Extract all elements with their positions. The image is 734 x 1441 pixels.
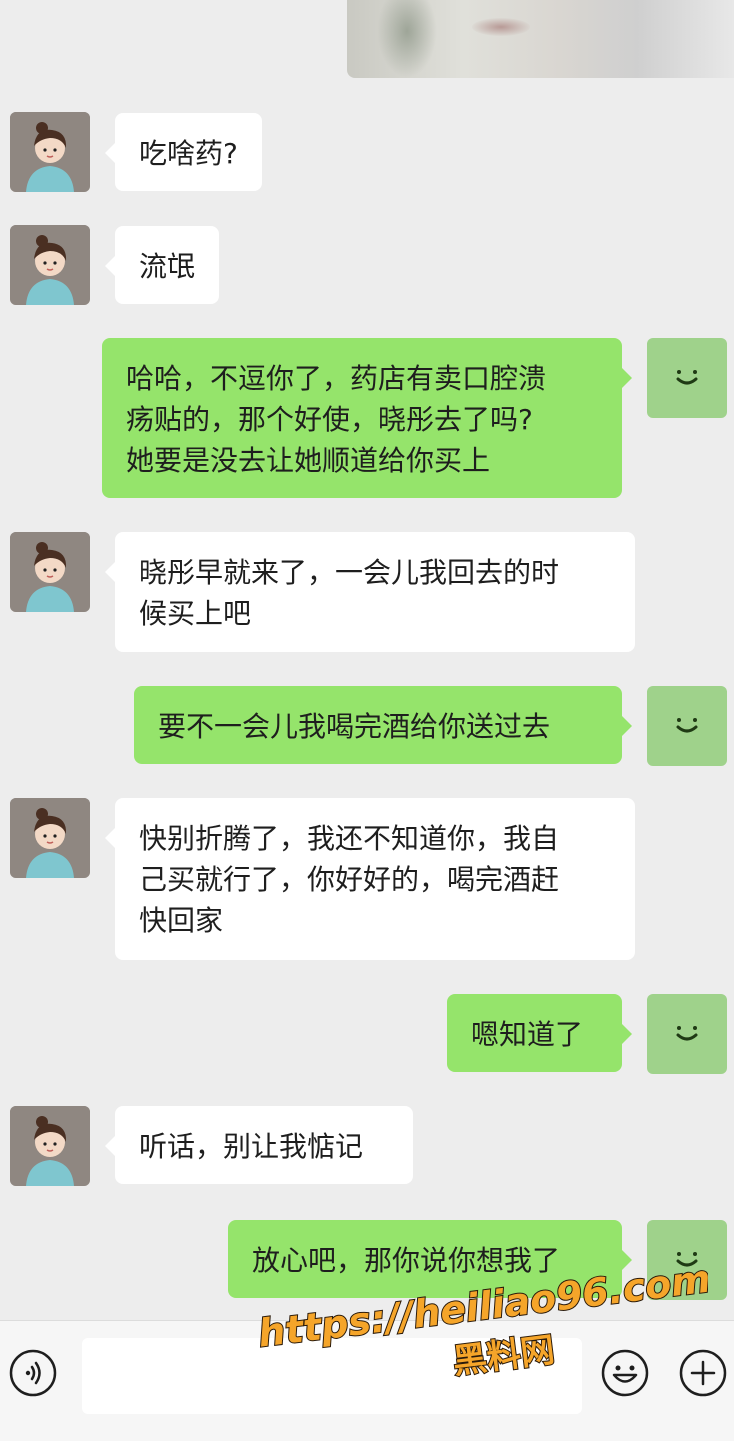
contact-avatar[interactable]: [10, 225, 90, 305]
plus-icon: [679, 1349, 727, 1397]
smile-avatar-icon: [676, 1026, 698, 1041]
my-avatar[interactable]: [647, 994, 727, 1074]
girl-avatar-icon: [10, 532, 90, 612]
girl-avatar-icon: [10, 112, 90, 192]
contact-avatar[interactable]: [10, 798, 90, 878]
contact-avatar[interactable]: [10, 112, 90, 192]
girl-avatar-icon: [10, 798, 90, 878]
incoming-message[interactable]: 晓彤早就来了，一会儿我回去的时 候买上吧: [105, 532, 635, 652]
my-avatar[interactable]: [647, 686, 727, 766]
my-avatar[interactable]: [647, 1220, 727, 1300]
incoming-message[interactable]: 快别折腾了，我还不知道你，我自 己买就行了，你好好的，喝完酒赶 快回家: [105, 798, 635, 960]
message-input[interactable]: [82, 1338, 582, 1414]
message-text: 吃啥药?: [139, 137, 238, 170]
contact-avatar[interactable]: [10, 1106, 90, 1186]
message-line: 己买就行了，你好好的，喝完酒赶: [139, 863, 560, 896]
message-text: 要不一会儿我喝完酒给你送过去: [158, 710, 551, 743]
shared-photo-message[interactable]: [347, 0, 734, 78]
message-line: 候买上吧: [139, 597, 252, 630]
photo-shadow: [377, 0, 437, 78]
message-line: 快回家: [139, 904, 224, 937]
outgoing-message[interactable]: 放心吧，那你说你想我了: [228, 1220, 632, 1298]
voice-icon: [9, 1349, 57, 1397]
emoji-icon: [601, 1349, 649, 1397]
message-line: 哈哈，不逗你了，药店有卖口腔溃: [126, 362, 547, 395]
voice-button[interactable]: [8, 1348, 58, 1398]
my-avatar[interactable]: [647, 338, 727, 418]
more-options-button[interactable]: [678, 1348, 728, 1398]
message-line: 快别折腾了，我还不知道你，我自: [139, 822, 560, 855]
message-text: 嗯知道了: [471, 1018, 584, 1051]
incoming-message[interactable]: 听话，别让我惦记: [105, 1106, 413, 1184]
girl-avatar-icon: [10, 1106, 90, 1186]
incoming-message[interactable]: 流氓: [104, 226, 220, 304]
message-line: 她要是没去让她顺道给你买上: [126, 444, 491, 477]
outgoing-message[interactable]: 要不一会儿我喝完酒给你送过去: [134, 686, 632, 764]
message-line: 晓彤早就来了，一会儿我回去的时: [139, 556, 560, 589]
smile-avatar-icon: [676, 1252, 698, 1267]
message-text: 放心吧，那你说你想我了: [252, 1244, 561, 1277]
contact-avatar[interactable]: [10, 532, 90, 612]
girl-avatar-icon: [10, 225, 90, 305]
message-text: 听话，别让我惦记: [139, 1130, 364, 1163]
message-text: 流氓: [139, 250, 196, 283]
smile-avatar-icon: [676, 718, 698, 733]
outgoing-message[interactable]: 哈哈，不逗你了，药店有卖口腔溃 疡贴的，那个好使，晓彤去了吗? 她要是没去让她顺…: [102, 338, 632, 498]
emoji-button[interactable]: [600, 1348, 650, 1398]
message-line: 疡贴的，那个好使，晓彤去了吗?: [126, 403, 533, 436]
photo-detail: [472, 18, 530, 36]
outgoing-message[interactable]: 嗯知道了: [447, 994, 632, 1072]
smile-avatar-icon: [676, 370, 698, 385]
incoming-message[interactable]: 吃啥药?: [105, 113, 262, 191]
